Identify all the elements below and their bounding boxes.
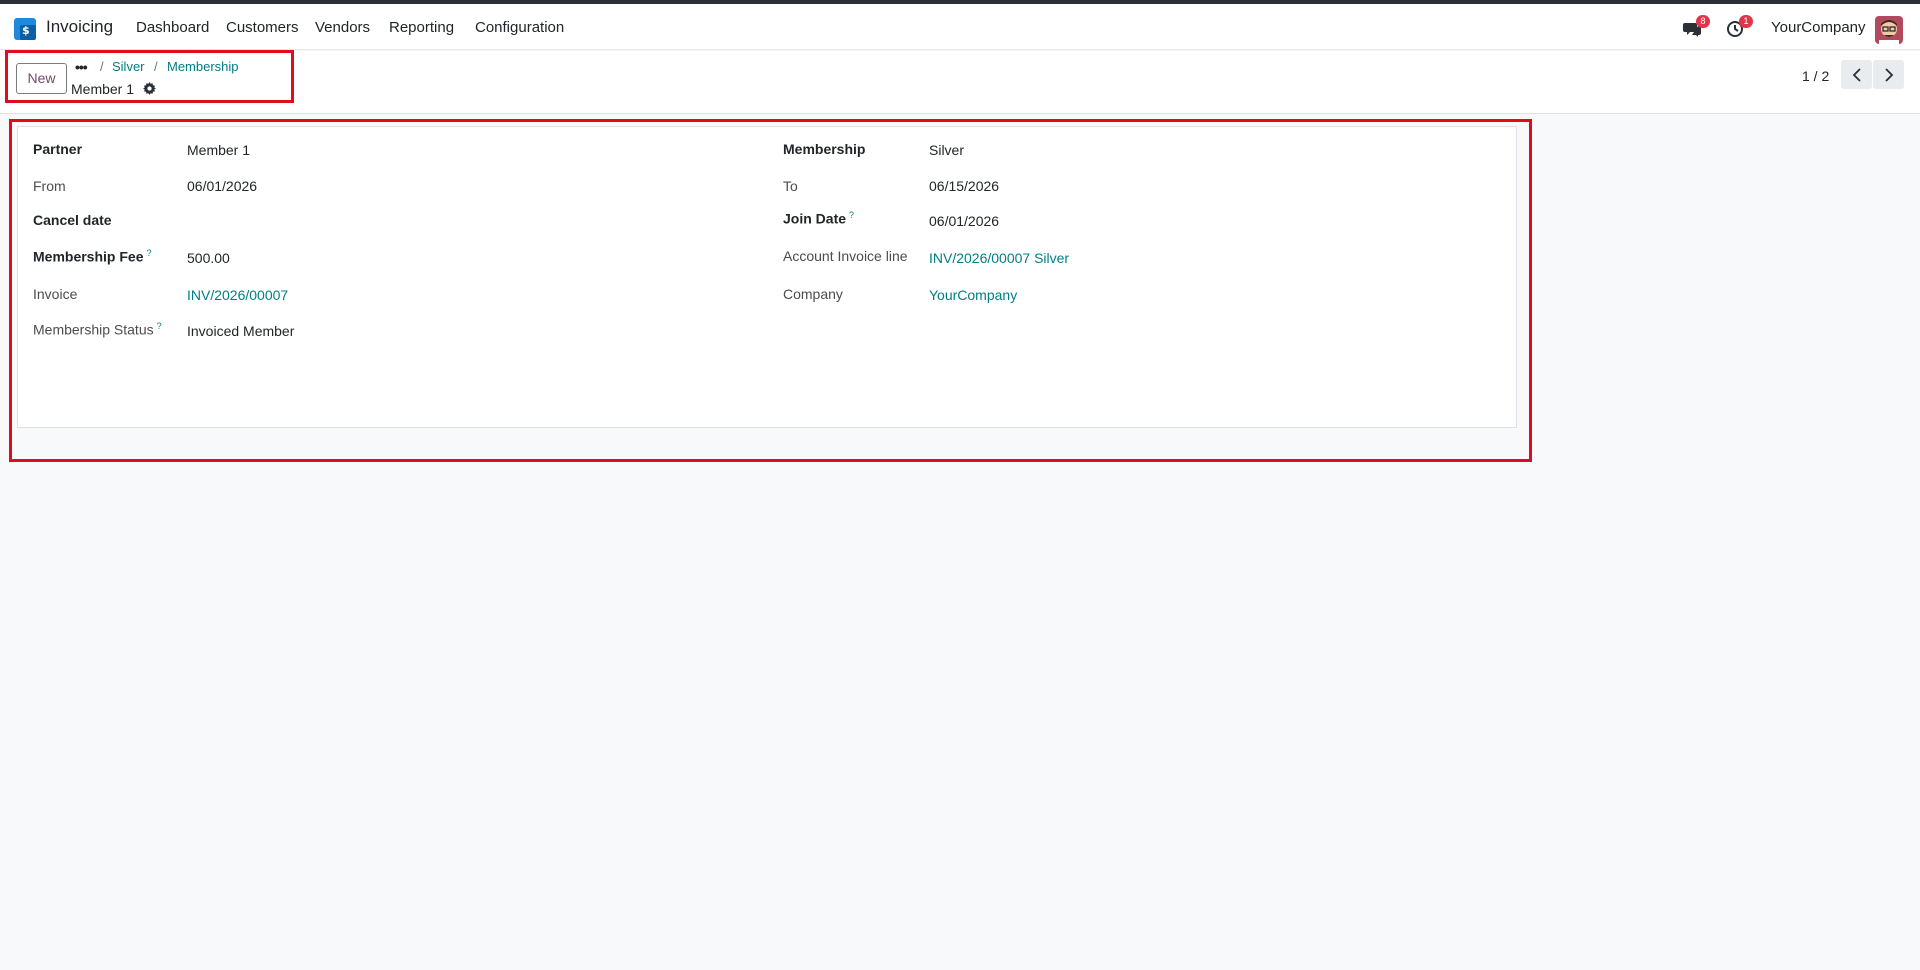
pager-next-button[interactable]	[1873, 60, 1904, 89]
company-link[interactable]: YourCompany	[929, 287, 1017, 303]
new-button[interactable]: New	[16, 63, 67, 94]
svg-text:$: $	[22, 24, 30, 37]
account-invoice-line-label: Account Invoice line	[783, 248, 908, 264]
menu-customers[interactable]: Customers	[226, 19, 299, 36]
join-date-label-text: Join Date	[783, 210, 847, 227]
menu-vendors[interactable]: Vendors	[315, 19, 370, 36]
chevron-right-icon	[1884, 67, 1893, 82]
membership-label: Membership	[783, 141, 866, 157]
invoicing-app-icon[interactable]: $	[14, 18, 36, 40]
help-tooltip-icon[interactable]: ?	[849, 210, 854, 220]
breadcrumb-separator: /	[100, 59, 104, 74]
help-tooltip-icon[interactable]: ?	[146, 248, 151, 258]
main-navbar: $ Invoicing Dashboard Customers Vendors …	[0, 4, 1920, 50]
to-label: To	[783, 178, 798, 194]
cancel-date-label: Cancel date	[33, 212, 112, 228]
control-panel: New ••• / Silver / Membership Member 1 1…	[0, 51, 1920, 114]
pager-previous-button[interactable]	[1841, 60, 1872, 89]
membership-status-value: Invoiced Member	[187, 323, 295, 339]
chevron-left-icon	[1852, 67, 1861, 82]
menu-reporting[interactable]: Reporting	[389, 19, 454, 36]
membership-status-label: Membership Status?	[33, 321, 162, 338]
membership-fee-value[interactable]: 500.00	[187, 250, 230, 266]
menu-configuration[interactable]: Configuration	[475, 19, 564, 36]
app-name[interactable]: Invoicing	[46, 17, 113, 37]
invoice-link[interactable]: INV/2026/00007	[187, 287, 288, 303]
join-date-value[interactable]: 06/01/2026	[929, 213, 999, 229]
company-switcher[interactable]: YourCompany	[1771, 19, 1866, 36]
breadcrumb-collapsed-dots[interactable]: •••	[75, 59, 88, 75]
invoice-label: Invoice	[33, 286, 78, 302]
partner-value[interactable]: Member 1	[187, 142, 250, 158]
join-date-label: Join Date?	[783, 210, 854, 227]
breadcrumb-separator: /	[154, 59, 158, 74]
from-value[interactable]: 06/01/2026	[187, 178, 257, 194]
to-value[interactable]: 06/15/2026	[929, 178, 999, 194]
membership-fee-label: Membership Fee?	[33, 248, 152, 265]
form-sheet: Partner Member 1 From 06/01/2026 Cancel …	[17, 126, 1517, 428]
menu-dashboard[interactable]: Dashboard	[136, 19, 209, 36]
membership-status-label-text: Membership Status	[33, 321, 154, 338]
breadcrumb-membership[interactable]: Membership	[167, 59, 239, 74]
activities-count-badge: 1	[1739, 15, 1753, 28]
account-invoice-line-link[interactable]: INV/2026/00007 Silver	[929, 250, 1069, 266]
membership-value[interactable]: Silver	[929, 142, 964, 158]
pager-value[interactable]: 1 / 2	[1802, 68, 1829, 84]
messages-count-badge: 8	[1696, 15, 1710, 28]
record-title: Member 1	[71, 81, 135, 97]
membership-fee-label-text: Membership Fee	[33, 248, 144, 265]
partner-label: Partner	[33, 141, 83, 157]
user-avatar[interactable]	[1875, 16, 1903, 44]
breadcrumb-silver[interactable]: Silver	[112, 59, 145, 74]
company-label: Company	[783, 286, 843, 302]
gear-icon[interactable]	[143, 82, 156, 95]
help-tooltip-icon[interactable]: ?	[157, 321, 162, 331]
from-label: From	[33, 178, 66, 194]
